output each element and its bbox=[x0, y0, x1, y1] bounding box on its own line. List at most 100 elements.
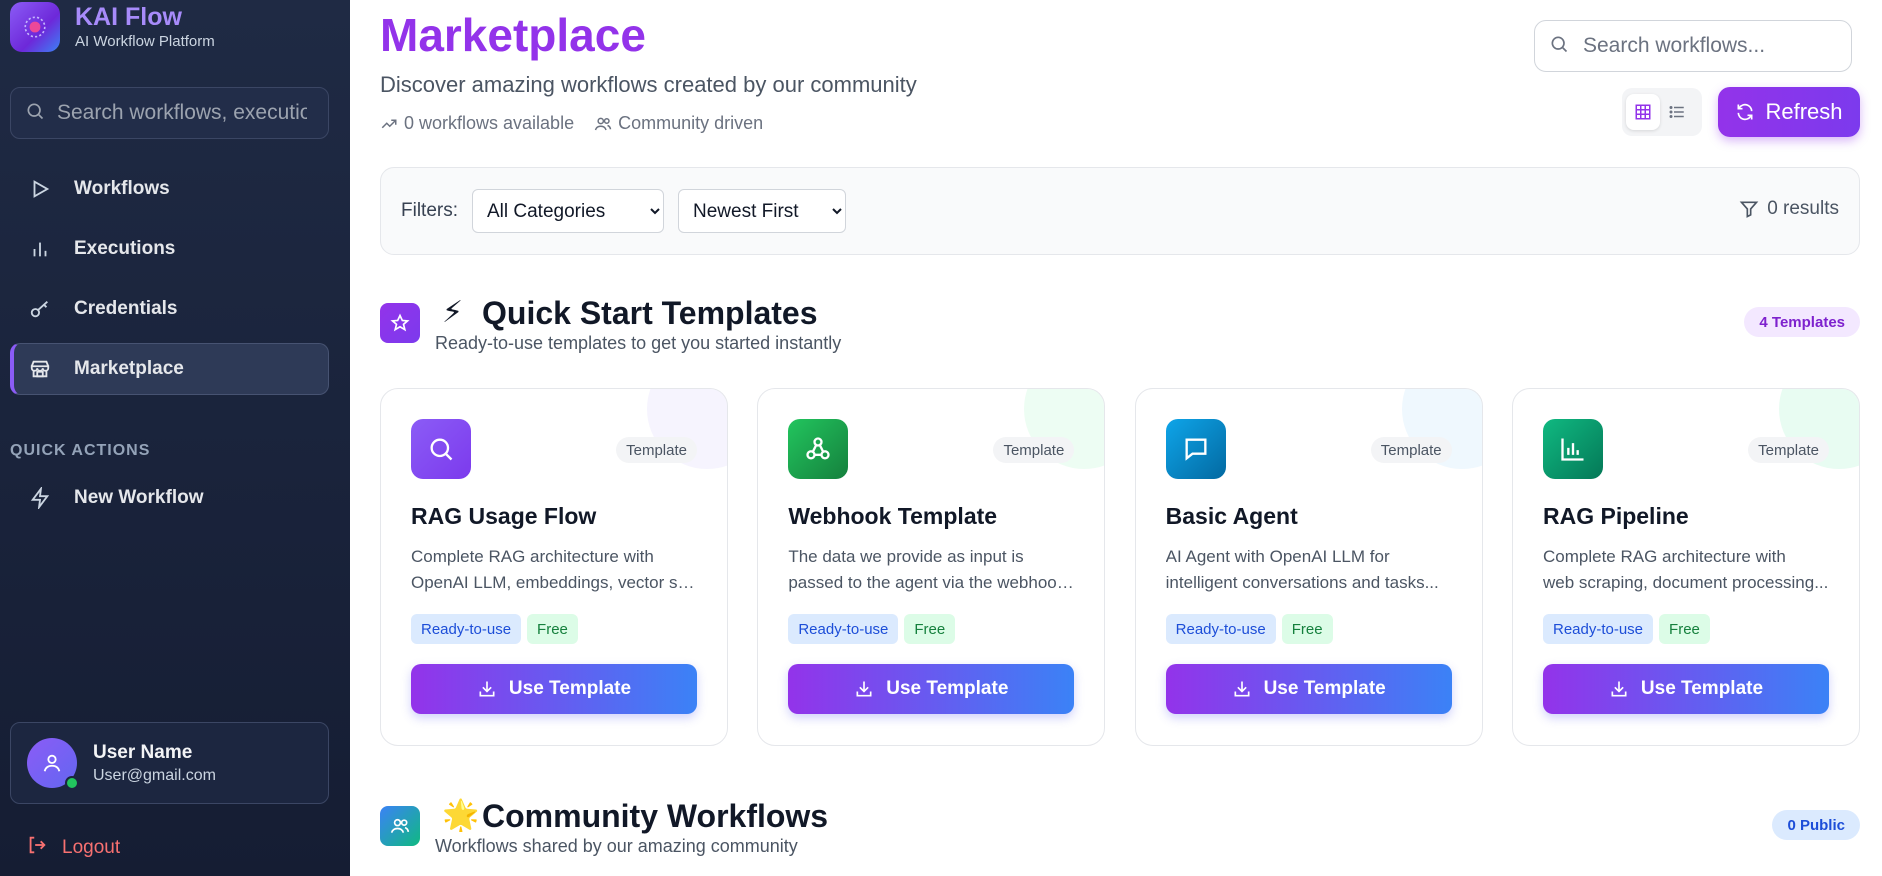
webhook-icon bbox=[788, 419, 849, 479]
card-title: RAG Usage Flow bbox=[411, 503, 597, 529]
template-card[interactable]: Template RAG Usage Flow Complete RAG arc… bbox=[380, 388, 728, 746]
user-icon bbox=[43, 754, 61, 772]
templates-section-subtitle: Ready-to-use templates to get you starte… bbox=[435, 333, 842, 353]
community-driven: Community driven bbox=[618, 113, 764, 133]
sidebar-item-executions[interactable]: Executions bbox=[10, 223, 329, 275]
users-icon bbox=[380, 806, 420, 846]
free-tag: Free bbox=[1659, 614, 1710, 644]
refresh-icon bbox=[1737, 103, 1753, 121]
use-template-button[interactable]: Use Template bbox=[411, 664, 697, 714]
search-icon bbox=[25, 101, 45, 126]
grid-view-button[interactable] bbox=[1626, 94, 1660, 130]
logout-button[interactable]: Logout bbox=[26, 834, 120, 862]
free-tag: Free bbox=[904, 614, 956, 644]
brand-subtitle: AI Workflow Platform bbox=[75, 33, 215, 50]
main-content: Marketplace Discover amazing workflows c… bbox=[350, 0, 1882, 876]
templates-section-title: Quick Start Templates bbox=[482, 295, 818, 331]
ready-tag: Ready-to-use bbox=[411, 614, 522, 644]
community-section-subtitle: Workflows shared by our amazing communit… bbox=[435, 836, 798, 856]
list-icon bbox=[1669, 106, 1684, 118]
zap-icon bbox=[26, 484, 54, 512]
public-count-badge: 0 Public bbox=[1772, 810, 1860, 840]
card-title: RAG Pipeline bbox=[1542, 503, 1689, 529]
sidebar-item-label: Marketplace bbox=[74, 358, 184, 379]
quick-actions: New Workflow bbox=[10, 472, 329, 532]
results-count: 0 results bbox=[1739, 198, 1839, 220]
chat-icon bbox=[1165, 419, 1226, 479]
chart-icon bbox=[1542, 419, 1603, 479]
store-icon bbox=[26, 355, 54, 383]
star-icon bbox=[380, 303, 420, 343]
filters-bar: Filters: All Categories Newest First 0 r… bbox=[380, 167, 1860, 255]
filter-icon bbox=[1739, 201, 1759, 218]
download-icon bbox=[1234, 681, 1250, 697]
quick-action-label: New Workflow bbox=[74, 487, 204, 508]
template-card[interactable]: Template Basic Agent AI Agent with OpenA… bbox=[1134, 388, 1483, 746]
sidebar-nav: Workflows Executions Credentials Marketp… bbox=[10, 163, 329, 403]
page-title: Marketplace bbox=[380, 9, 646, 61]
refresh-button[interactable]: Refresh bbox=[1718, 87, 1860, 137]
category-select[interactable]: All Categories bbox=[472, 189, 664, 233]
workflow-search-input[interactable] bbox=[1583, 34, 1833, 58]
trending-up-icon bbox=[381, 119, 397, 128]
search-icon bbox=[1549, 34, 1569, 59]
bar-chart-icon bbox=[26, 235, 54, 263]
card-title: Basic Agent bbox=[1165, 503, 1298, 529]
template-card[interactable]: Template RAG Pipeline Complete RAG archi… bbox=[1511, 388, 1860, 746]
search-icon bbox=[411, 419, 471, 479]
card-description: Complete RAG architecture with OpenAI LL… bbox=[411, 547, 697, 592]
page-subtitle: Discover amazing workflows created by ou… bbox=[380, 72, 917, 97]
grid-icon bbox=[1635, 104, 1651, 120]
sidebar-item-credentials[interactable]: Credentials bbox=[10, 283, 329, 335]
sidebar-item-marketplace[interactable]: Marketplace bbox=[10, 343, 329, 395]
sidebar-item-label: Credentials bbox=[74, 298, 178, 319]
download-icon bbox=[479, 681, 495, 697]
use-template-button[interactable]: Use Template bbox=[788, 664, 1075, 714]
ready-tag: Ready-to-use bbox=[1165, 614, 1276, 644]
ready-tag: Ready-to-use bbox=[1542, 614, 1654, 644]
card-description: Complete RAG architecture with web scrap… bbox=[1542, 547, 1829, 592]
template-card[interactable]: Template Webhook Template The data we pr… bbox=[757, 388, 1106, 746]
key-icon bbox=[26, 295, 54, 323]
ready-tag: Ready-to-use bbox=[788, 614, 899, 644]
sort-select[interactable]: Newest First bbox=[678, 189, 846, 233]
avatar bbox=[27, 738, 79, 790]
card-type-badge: Template bbox=[616, 437, 697, 463]
sidebar-search[interactable] bbox=[10, 87, 329, 139]
free-tag: Free bbox=[1281, 614, 1333, 644]
card-description: AI Agent with OpenAI LLM for intelligent… bbox=[1165, 547, 1439, 592]
refresh-label: Refresh bbox=[1765, 99, 1843, 124]
community-section-header: 🌟 Community Workflows Workflows shared b… bbox=[380, 796, 1860, 866]
logout-icon bbox=[26, 834, 48, 862]
community-section-title: Community Workflows bbox=[482, 798, 829, 834]
new-workflow-button[interactable]: New Workflow bbox=[10, 472, 329, 524]
lightning-emoji: ⚡ bbox=[442, 296, 464, 329]
user-card[interactable]: User Name User@gmail.com bbox=[10, 722, 329, 804]
sidebar-item-label: Workflows bbox=[74, 178, 170, 199]
card-description: The data we provide as input is passed t… bbox=[788, 547, 1075, 592]
quick-actions-title: QUICK ACTIONS bbox=[10, 442, 151, 459]
free-tag: Free bbox=[527, 614, 578, 644]
filters-label: Filters: bbox=[401, 200, 458, 221]
workflow-search[interactable] bbox=[1534, 20, 1852, 72]
use-template-button[interactable]: Use Template bbox=[1165, 664, 1452, 714]
list-view-button[interactable] bbox=[1660, 94, 1694, 130]
card-title: Webhook Template bbox=[788, 503, 998, 529]
online-status-dot bbox=[65, 776, 79, 790]
download-icon bbox=[856, 681, 872, 697]
user-email: User@gmail.com bbox=[93, 766, 216, 784]
workflows-available: 0 workflows available bbox=[404, 113, 575, 133]
users-icon bbox=[594, 117, 612, 130]
sidebar-search-input[interactable] bbox=[57, 101, 307, 125]
user-name: User Name bbox=[93, 741, 193, 763]
brand-title: KAI Flow bbox=[75, 3, 182, 31]
card-type-badge: Template bbox=[993, 437, 1075, 463]
card-type-badge: Template bbox=[1370, 437, 1452, 463]
brand[interactable]: KAI Flow AI Workflow Platform bbox=[10, 2, 215, 52]
star-emoji: 🌟 bbox=[442, 799, 480, 832]
use-template-button[interactable]: Use Template bbox=[1542, 664, 1829, 714]
play-icon bbox=[26, 175, 54, 203]
page-meta: 0 workflows available Community driven bbox=[380, 113, 783, 134]
view-toggle bbox=[1622, 88, 1702, 136]
sidebar-item-workflows[interactable]: Workflows bbox=[10, 163, 329, 215]
